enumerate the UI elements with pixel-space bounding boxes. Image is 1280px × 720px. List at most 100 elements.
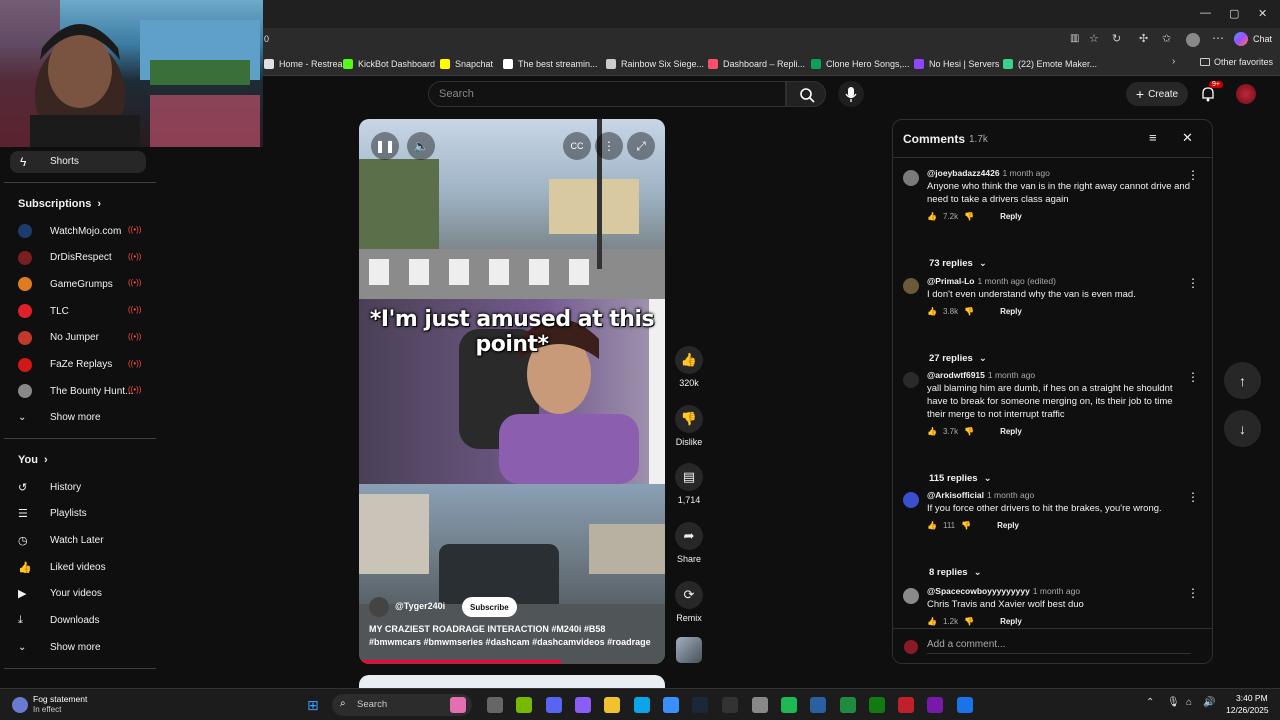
edge-icon[interactable] — [634, 697, 650, 713]
settings-icon[interactable] — [752, 697, 768, 713]
sidebar-item-your-videos[interactable]: ▶ Your videos — [18, 585, 102, 603]
store-icon[interactable] — [663, 697, 679, 713]
comment-author[interactable]: @joeybadazz4426 1 month ago — [927, 168, 1050, 178]
create-button[interactable]: + Create — [1126, 82, 1188, 106]
sidebar-channel-item[interactable]: FaZe Replays ((•)) — [18, 356, 141, 374]
notifications-button[interactable]: 9+ — [1200, 81, 1223, 107]
chat-label[interactable]: Chat — [1253, 34, 1272, 44]
terminal-icon[interactable] — [957, 697, 973, 713]
search-input[interactable]: Search — [428, 81, 786, 107]
profile-avatar[interactable] — [1186, 33, 1200, 47]
bitwarden-icon[interactable] — [840, 697, 856, 713]
weather-icon[interactable] — [12, 697, 28, 713]
bookmark-item[interactable]: The best streamin... — [503, 57, 598, 71]
next-short-preview[interactable] — [359, 675, 665, 688]
reply-button[interactable]: Reply — [1000, 427, 1022, 436]
previous-short-button[interactable]: ↑ — [1224, 362, 1261, 399]
pause-button[interactable]: ❚❚ — [371, 132, 399, 160]
spotify-icon[interactable] — [781, 697, 797, 713]
copilot-icon[interactable] — [1234, 32, 1248, 46]
comment-like-icon[interactable]: 👍 — [927, 212, 937, 221]
comment-avatar[interactable] — [903, 492, 919, 508]
bookmark-item[interactable]: Home - Restream — [264, 57, 350, 71]
bookmark-item[interactable]: (22) Emote Maker... — [1003, 57, 1097, 71]
favorites-icon[interactable]: ✩ — [1162, 32, 1171, 45]
you-header[interactable]: You › — [18, 454, 48, 466]
bookmark-item[interactable]: Clone Hero Songs,... — [811, 57, 910, 71]
remix-button[interactable]: ⟳ Remix — [675, 581, 703, 623]
reply-button[interactable]: Reply — [997, 521, 1019, 530]
paint-app-icon[interactable] — [450, 697, 466, 713]
sidebar-channel-item[interactable]: The Bounty Hunt... ((•)) — [18, 382, 141, 400]
view-replies-button[interactable]: 73 replies ⌄ — [929, 258, 987, 269]
account-avatar[interactable] — [1236, 84, 1256, 104]
comment-dislike-icon[interactable]: 👎 — [964, 427, 974, 436]
sidebar-item-playlists[interactable]: ☰ Playlists — [18, 505, 87, 523]
comment-author[interactable]: @arodwtf6915 1 month ago — [927, 370, 1035, 380]
sidebar-channel-item[interactable]: GameGrumps ((•)) — [18, 275, 141, 293]
volume-button[interactable]: 🔈 — [407, 132, 435, 160]
channel-avatar[interactable] — [369, 597, 389, 617]
comment-avatar[interactable] — [903, 170, 919, 186]
obs-icon[interactable] — [722, 697, 738, 713]
sort-icon[interactable]: ≡ — [1149, 130, 1157, 145]
video-title[interactable]: MY CRAZIEST ROADRAGE INTERACTION #M240i … — [369, 623, 659, 649]
sidebar-channel-item[interactable]: DrDisRespect ((•)) — [18, 249, 141, 267]
sidebar-channel-item[interactable]: No Jumper ((•)) — [18, 329, 141, 347]
sidebar-item-watch-later[interactable]: ◷ Watch Later — [18, 531, 104, 549]
discord-icon[interactable] — [546, 697, 562, 713]
weather-title[interactable]: Fog statement — [33, 694, 87, 704]
file-explorer-icon[interactable] — [604, 697, 620, 713]
comment-author[interactable]: @Arkisofficial 1 month ago — [927, 490, 1034, 500]
show-more-you[interactable]: ⌄ Show more — [18, 638, 101, 656]
sidebar-item-liked-videos[interactable]: 👍 Liked videos — [18, 558, 106, 576]
view-replies-button[interactable]: 27 replies ⌄ — [929, 353, 987, 364]
shorts-video-player[interactable]: *I'm just amused at this point* ❚❚ 🔈 CC … — [359, 119, 665, 664]
comment-author[interactable]: @Primal-Lo 1 month ago (edited) — [927, 276, 1056, 286]
sidebar-item-history[interactable]: ↺ History — [18, 478, 81, 496]
voice-search-button[interactable] — [838, 81, 864, 107]
subscribe-button[interactable]: Subscribe — [462, 597, 517, 617]
sidebar-item-downloads[interactable]: ⤓ Downloads — [18, 612, 99, 630]
comment-like-icon[interactable]: 👍 — [927, 521, 937, 530]
comment-like-icon[interactable]: 👍 — [927, 617, 937, 626]
minimize-icon[interactable]: — — [1200, 7, 1211, 19]
copilot-app-icon[interactable] — [575, 697, 591, 713]
more-options-button[interactable]: ⋮ — [595, 132, 623, 160]
dislike-button[interactable]: 👎 Dislike — [675, 405, 703, 447]
bookmark-item[interactable]: Dashboard – Repli... — [708, 57, 805, 71]
channel-name[interactable]: @Tyger240i — [395, 601, 445, 611]
reply-button[interactable]: Reply — [1000, 617, 1022, 626]
add-comment-input[interactable]: Add a comment... — [927, 639, 1191, 654]
other-favorites[interactable]: Other favorites — [1200, 57, 1273, 67]
view-replies-button[interactable]: 115 replies ⌄ — [929, 473, 992, 484]
bookmark-item[interactable]: Snapchat — [440, 57, 493, 71]
nvidia-icon[interactable] — [516, 697, 532, 713]
close-window-icon[interactable]: ✕ — [1258, 7, 1267, 20]
like-button[interactable]: 👍 320k — [675, 346, 703, 388]
clock-time[interactable]: 3:40 PM — [1236, 693, 1268, 703]
reply-button[interactable]: Reply — [1000, 212, 1022, 221]
extensions-icon[interactable]: ✣ — [1139, 32, 1148, 45]
task-view-icon[interactable] — [487, 697, 503, 713]
close-icon[interactable]: ✕ — [1182, 130, 1193, 146]
refresh-icon[interactable]: ↻ — [1112, 32, 1121, 45]
comment-dislike-icon[interactable]: 👎 — [964, 212, 974, 221]
bookmark-item[interactable]: Rainbow Six Siege... — [606, 57, 704, 71]
bookmark-item[interactable]: No Hesi | Servers — [914, 57, 999, 71]
comment-dislike-icon[interactable]: 👎 — [964, 617, 974, 626]
clock-date[interactable]: 12/26/2025 — [1226, 705, 1269, 715]
comments-button[interactable]: ▤ 1,714 — [675, 463, 703, 505]
mic-tray-icon[interactable]: 🎙 — [1167, 697, 1180, 708]
sidebar-channel-item[interactable]: TLC ((•)) — [18, 302, 141, 320]
maximize-icon[interactable]: ▢ — [1229, 7, 1239, 20]
share-button[interactable]: ➦ Share — [675, 522, 703, 564]
comment-avatar[interactable] — [903, 372, 919, 388]
fullscreen-button[interactable]: ⤢ — [627, 132, 655, 160]
audio-track-thumbnail[interactable] — [676, 637, 702, 663]
show-more-subscriptions[interactable]: ⌄ Show more — [18, 408, 101, 426]
volume-tray-icon[interactable]: 🔊 — [1203, 697, 1215, 708]
video-progress-bar[interactable] — [359, 660, 561, 663]
4k-downloader-icon[interactable] — [810, 697, 826, 713]
chevron-up-icon[interactable]: ⌃ — [1146, 697, 1154, 708]
